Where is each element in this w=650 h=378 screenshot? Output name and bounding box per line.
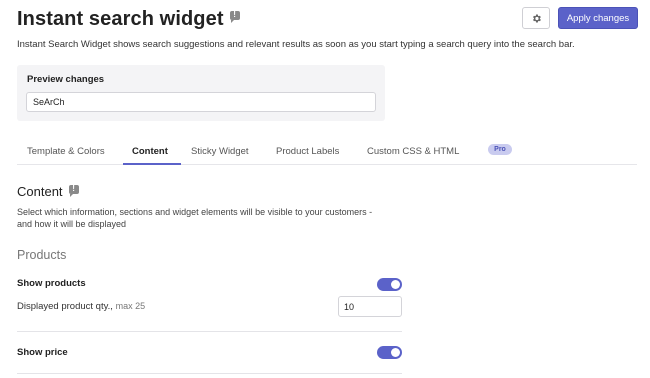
comment-icon[interactable] xyxy=(68,184,79,197)
page-title-text: Instant search widget xyxy=(17,8,224,30)
page-title: Instant search widget xyxy=(17,8,240,31)
tab-template-colors[interactable]: Template & Colors xyxy=(27,146,105,157)
preview-search-input[interactable] xyxy=(26,92,376,112)
content-section-description: Select which information, sections and w… xyxy=(17,207,373,229)
preview-label: Preview changes xyxy=(27,74,105,85)
tab-sticky-widget[interactable]: Sticky Widget xyxy=(191,146,249,157)
pro-badge: Pro xyxy=(488,144,512,155)
content-title-text: Content xyxy=(17,184,63,199)
product-qty-input[interactable] xyxy=(338,296,402,317)
row-divider xyxy=(17,331,402,332)
page-description: Instant Search Widget shows search sugge… xyxy=(17,39,575,50)
product-qty-hint: max 25 xyxy=(115,301,146,311)
show-price-toggle[interactable] xyxy=(377,346,402,359)
settings-button[interactable] xyxy=(522,7,550,29)
show-products-toggle[interactable] xyxy=(377,278,402,291)
comment-icon[interactable] xyxy=(229,10,240,23)
content-section-title: Content xyxy=(17,184,79,199)
gear-icon xyxy=(532,14,541,22)
row-divider xyxy=(17,373,402,374)
settings-tabs: Template & Colors Content Sticky Widget … xyxy=(17,140,637,165)
preview-panel: Preview changes xyxy=(17,65,385,121)
tab-custom-css-html[interactable]: Custom CSS & HTML xyxy=(367,146,459,157)
show-products-label: Show products xyxy=(17,278,86,289)
tab-product-labels[interactable]: Product Labels xyxy=(276,146,339,157)
product-qty-label-text: Displayed product qty., xyxy=(17,301,113,312)
product-qty-label: Displayed product qty., max 25 xyxy=(17,301,145,312)
show-price-label: Show price xyxy=(17,347,68,358)
active-tab-indicator xyxy=(123,163,181,165)
products-group-title: Products xyxy=(17,248,67,262)
tab-content[interactable]: Content xyxy=(132,146,168,157)
apply-changes-button[interactable]: Apply changes xyxy=(558,7,638,29)
